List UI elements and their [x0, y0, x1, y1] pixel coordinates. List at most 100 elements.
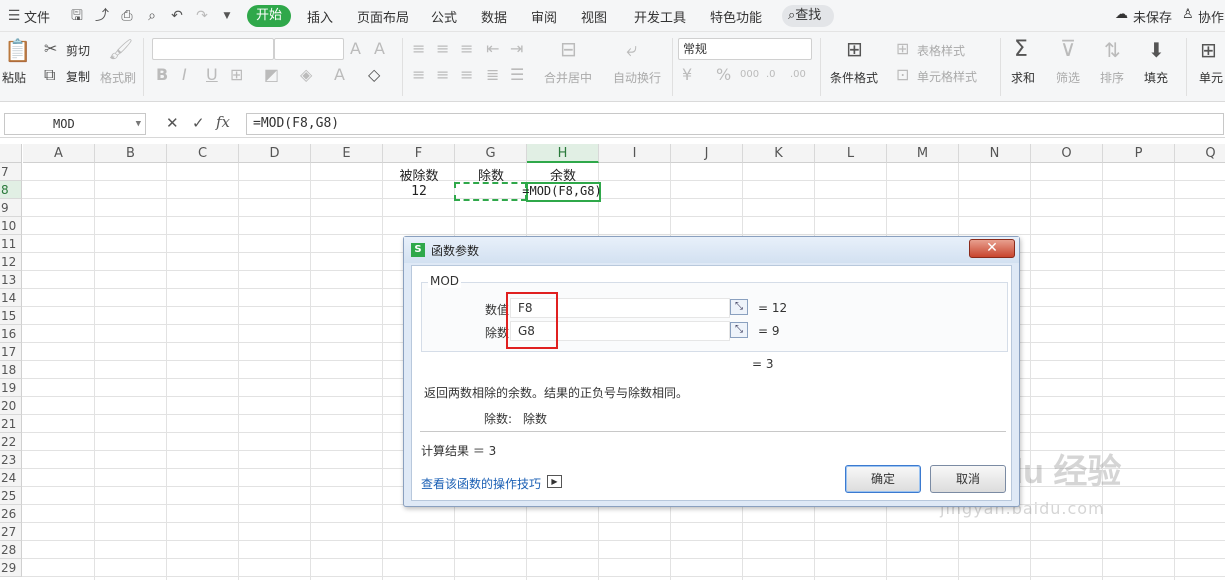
row-header-22[interactable]: 22 — [0, 433, 22, 451]
column-header-J[interactable]: J — [671, 144, 743, 163]
tab-home[interactable]: 开始 — [247, 5, 291, 27]
close-button[interactable]: ✕ — [969, 239, 1015, 258]
formula-input[interactable]: =MOD(F8,G8) — [246, 113, 1224, 135]
row-header-29[interactable]: 29 — [0, 559, 22, 577]
align-center-icon[interactable]: ≡ — [436, 66, 449, 84]
row-header-25[interactable]: 25 — [0, 487, 22, 505]
cell-F8[interactable]: 12 — [383, 184, 455, 199]
cell-G8-reference[interactable] — [454, 182, 527, 201]
wrap-text-button[interactable]: 自动换行 — [613, 69, 661, 86]
border-icon[interactable]: ⊞ — [230, 66, 243, 84]
column-header-F[interactable]: F — [383, 144, 455, 163]
tab-special-features[interactable]: 特色功能 — [710, 7, 762, 26]
fill-bucket-icon[interactable]: ◈ — [300, 66, 312, 84]
column-header-Q[interactable]: Q — [1175, 144, 1225, 163]
row-header-12[interactable]: 12 — [0, 253, 22, 271]
scissors-icon[interactable]: ✂ — [44, 40, 57, 58]
font-name-select[interactable] — [152, 38, 274, 60]
confirm-icon[interactable]: ✓ — [192, 114, 205, 132]
percent-icon[interactable]: % — [716, 66, 731, 84]
column-header-G[interactable]: G — [455, 144, 527, 163]
decrease-font-icon[interactable]: A — [374, 40, 385, 58]
table-style-button[interactable]: 表格样式 — [917, 42, 965, 59]
row-header-27[interactable]: 27 — [0, 523, 22, 541]
column-header-P[interactable]: P — [1103, 144, 1175, 163]
cloud-icon[interactable]: ☁ — [1115, 7, 1128, 22]
eraser-icon[interactable]: ◇ — [368, 66, 380, 84]
video-icon[interactable]: ▶ — [547, 475, 562, 488]
cancel-icon[interactable]: ✕ — [166, 114, 179, 132]
increase-decimal-icon[interactable]: .0 — [766, 66, 776, 84]
distribute-icon[interactable]: ☰ — [510, 66, 524, 84]
row-header-16[interactable]: 16 — [0, 325, 22, 343]
conditional-format-icon[interactable]: ⊞ — [846, 39, 863, 59]
column-header-L[interactable]: L — [815, 144, 887, 163]
save-icon[interactable]: 🖫 — [69, 8, 85, 24]
column-header-D[interactable]: D — [239, 144, 311, 163]
search-button[interactable]: ⌕查找 — [782, 5, 834, 27]
row-header-24[interactable]: 24 — [0, 469, 22, 487]
row-header-17[interactable]: 17 — [0, 343, 22, 361]
row-header-18[interactable]: 18 — [0, 361, 22, 379]
fill-icon[interactable]: ⬇ — [1148, 38, 1165, 62]
collapse-ref-icon[interactable]: ⤡ — [730, 299, 748, 315]
row-header-20[interactable]: 20 — [0, 397, 22, 415]
underline-icon[interactable]: U — [206, 66, 218, 84]
conditional-format-button[interactable]: 条件格式 — [830, 69, 878, 86]
redo-icon[interactable]: ↷ — [194, 8, 210, 24]
align-left-icon[interactable]: ≡ — [412, 66, 425, 84]
merge-center-button[interactable]: 合并居中 — [544, 69, 592, 86]
wrap-text-icon[interactable]: ⤶ — [626, 39, 637, 59]
row-header-7[interactable]: 7 — [0, 163, 22, 181]
justify-icon[interactable]: ≣ — [486, 66, 499, 84]
paste-button[interactable]: 粘贴 — [2, 69, 26, 86]
cell-style-button[interactable]: 单元格样式 — [917, 68, 977, 85]
file-menu[interactable]: 文件 — [24, 7, 50, 26]
tab-formulas[interactable]: 公式 — [431, 7, 457, 26]
copy-icon[interactable]: ⧉ — [44, 66, 55, 84]
sort-icon[interactable]: ⇅ — [1104, 38, 1121, 62]
filter-button[interactable]: 筛选 — [1056, 69, 1080, 86]
cell-H8[interactable]: =MOD(F8,G8) — [518, 184, 606, 198]
row-header-11[interactable]: 11 — [0, 235, 22, 253]
cut-button[interactable]: 剪切 — [66, 42, 90, 59]
function-icon[interactable]: fx — [216, 113, 230, 131]
column-header-K[interactable]: K — [743, 144, 815, 163]
hamburger-icon[interactable]: ☰ — [6, 8, 22, 24]
cell-button[interactable]: 单元 — [1199, 69, 1223, 86]
indent-decrease-icon[interactable]: ⇤ — [486, 40, 499, 58]
dialog-titlebar[interactable]: S 函数参数 ✕ — [404, 237, 1019, 263]
column-header-E[interactable]: E — [311, 144, 383, 163]
copy-button[interactable]: 复制 — [66, 68, 90, 85]
align-top-icon[interactable]: ≡ — [412, 40, 425, 58]
paste-icon[interactable]: 📋 — [4, 40, 31, 64]
italic-icon[interactable]: I — [182, 66, 187, 84]
export-icon[interactable]: ⤴ — [94, 8, 110, 24]
font-size-select[interactable] — [274, 38, 344, 60]
sum-button[interactable]: 求和 — [1011, 69, 1035, 86]
sum-icon[interactable]: Σ — [1014, 38, 1028, 62]
undo-icon[interactable]: ↶ — [169, 8, 185, 24]
cancel-button[interactable]: 取消 — [930, 465, 1006, 493]
row-header-28[interactable]: 28 — [0, 541, 22, 559]
align-middle-icon[interactable]: ≡ — [436, 40, 449, 58]
chevron-down-icon[interactable]: ▼ — [136, 114, 141, 134]
row-header-19[interactable]: 19 — [0, 379, 22, 397]
bold-icon[interactable]: B — [156, 66, 168, 84]
cell-F7[interactable]: 被除数 — [383, 165, 455, 184]
column-header-B[interactable]: B — [95, 144, 167, 163]
unsaved-status[interactable]: 未保存 — [1133, 7, 1172, 26]
tab-insert[interactable]: 插入 — [307, 7, 333, 26]
row-header-9[interactable]: 9 — [0, 199, 22, 217]
indent-increase-icon[interactable]: ⇥ — [510, 40, 523, 58]
tab-review[interactable]: 审阅 — [531, 7, 557, 26]
collapse-ref-icon[interactable]: ⤡ — [730, 322, 748, 338]
merge-center-icon[interactable]: ⊟ — [560, 39, 577, 59]
column-header-H[interactable]: H — [527, 144, 599, 163]
cell-icon[interactable]: ⊞ — [1200, 38, 1217, 62]
sort-button[interactable]: 排序 — [1100, 69, 1124, 86]
format-painter-icon[interactable]: 🖌 — [108, 39, 133, 59]
tab-page-layout[interactable]: 页面布局 — [357, 7, 409, 26]
row-header-26[interactable]: 26 — [0, 505, 22, 523]
increase-font-icon[interactable]: A — [350, 40, 361, 58]
